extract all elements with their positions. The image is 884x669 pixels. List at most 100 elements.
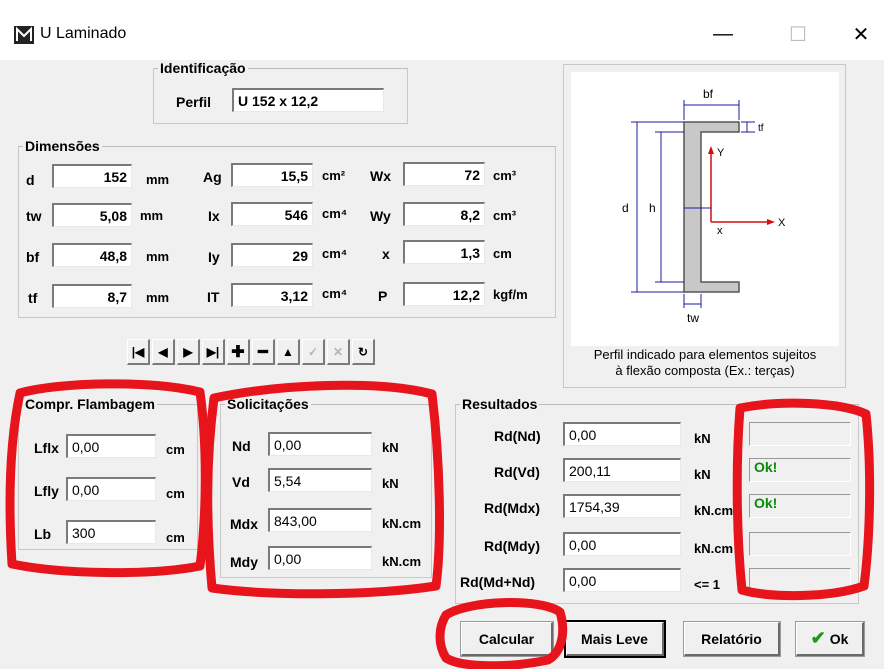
wy-label: Wy bbox=[370, 208, 391, 224]
tf-field[interactable]: 8,7 bbox=[52, 284, 132, 308]
lfly-unit: cm bbox=[166, 486, 185, 501]
wx-unit: cm³ bbox=[493, 168, 517, 183]
mdy-field[interactable]: 0,00 bbox=[268, 546, 372, 570]
bf-label: bf bbox=[26, 249, 40, 265]
record-navigator: |◀ ◀ ▶ ▶| ✚ ━ ▲ ✓ ✕ ↻ bbox=[127, 339, 377, 367]
nav-prior-button[interactable]: ◀ bbox=[152, 339, 175, 365]
nav-edit-button[interactable]: ▲ bbox=[277, 339, 300, 365]
vd-field[interactable]: 5,54 bbox=[268, 468, 372, 492]
it-unit: cm⁴ bbox=[322, 286, 348, 301]
ag-label: Ag bbox=[203, 169, 222, 185]
title-bar: U Laminado — ☐ ✕ bbox=[0, 0, 884, 60]
iy-field[interactable]: 29 bbox=[231, 243, 313, 267]
nav-cancel-button[interactable]: ✕ bbox=[327, 339, 350, 365]
y-axis-label: Y bbox=[717, 147, 725, 159]
refresh-icon: ↻ bbox=[357, 344, 369, 359]
rd-vd-label: Rd(Vd) bbox=[494, 464, 540, 480]
p-field[interactable]: 12,2 bbox=[403, 282, 485, 306]
mdy-unit: kN.cm bbox=[382, 554, 422, 569]
lb-field[interactable]: 300 bbox=[66, 520, 156, 544]
nd-label: Nd bbox=[232, 438, 251, 454]
dimensoes-legend: Dimensões bbox=[25, 138, 100, 154]
relatorio-button[interactable]: Relatório bbox=[683, 621, 781, 657]
rd-mdx-unit: kN.cm bbox=[694, 503, 734, 518]
minus-icon: ━ bbox=[258, 343, 268, 361]
resultados-legend: Resultados bbox=[462, 396, 538, 412]
it-field[interactable]: 3,12 bbox=[231, 283, 313, 307]
nav-insert-button[interactable]: ✚ bbox=[227, 339, 250, 365]
rd-nd-unit: kN bbox=[694, 431, 711, 446]
mdx-label: Mdx bbox=[230, 516, 258, 532]
lb-label: Lb bbox=[34, 526, 52, 542]
ix-field[interactable]: 546 bbox=[231, 202, 313, 226]
rd-nd-field[interactable]: 0,00 bbox=[563, 422, 681, 446]
d-field[interactable]: 152 bbox=[52, 164, 132, 188]
bf-unit: mm bbox=[146, 249, 170, 264]
d-unit: mm bbox=[146, 172, 170, 187]
nd-field[interactable]: 0,00 bbox=[268, 432, 372, 456]
tw-dim-label: tw bbox=[687, 311, 699, 325]
perfil-label: Perfil bbox=[176, 94, 212, 110]
bf-dim-label: bf bbox=[703, 87, 714, 101]
profile-caption-line2: à flexão composta (Ex.: terças) bbox=[615, 363, 795, 378]
d-label: d bbox=[26, 172, 35, 188]
perfil-field[interactable]: U 152 x 12,2 bbox=[232, 88, 384, 112]
cancel-x-icon: ✕ bbox=[332, 344, 344, 359]
nav-refresh-button[interactable]: ↻ bbox=[352, 339, 375, 365]
maximize-button[interactable]: ☐ bbox=[775, 18, 821, 50]
rd-vd-status: Ok! bbox=[749, 458, 851, 482]
rd-mdx-field[interactable]: 1754,39 bbox=[563, 494, 681, 518]
iy-label: Iy bbox=[208, 249, 220, 265]
rd-mdy-field[interactable]: 0,00 bbox=[563, 532, 681, 556]
calcular-button[interactable]: Calcular bbox=[460, 621, 554, 657]
rd-mdy-unit: kN.cm bbox=[694, 541, 734, 556]
mais-leve-button[interactable]: Mais Leve bbox=[564, 620, 666, 658]
mdx-unit: kN.cm bbox=[382, 516, 422, 531]
profile-drawing: bf tf d h tw Y X x bbox=[571, 72, 839, 346]
it-label: IT bbox=[207, 289, 220, 305]
nav-next-button[interactable]: ▶ bbox=[177, 339, 200, 365]
identificacao-legend: Identificação bbox=[160, 60, 246, 76]
nav-post-button[interactable]: ✓ bbox=[302, 339, 325, 365]
wx-field[interactable]: 72 bbox=[403, 162, 485, 186]
minimize-button[interactable]: — bbox=[700, 18, 746, 50]
profile-caption: Perfil indicado para elementos sujeitos … bbox=[566, 347, 844, 379]
wy-field[interactable]: 8,2 bbox=[403, 202, 485, 226]
mdx-field[interactable]: 843,00 bbox=[268, 508, 372, 532]
h-dim-label: h bbox=[649, 201, 656, 215]
nav-first-button[interactable]: |◀ bbox=[127, 339, 150, 365]
lflx-label: Lflx bbox=[34, 440, 59, 456]
rd-mdx-status: Ok! bbox=[749, 494, 851, 518]
lfly-label: Lfly bbox=[34, 483, 59, 499]
x-label: x bbox=[382, 246, 390, 262]
rd-vd-field[interactable]: 200,11 bbox=[563, 458, 681, 482]
rd-mdy-status bbox=[749, 532, 851, 556]
bf-field[interactable]: 48,8 bbox=[52, 243, 132, 267]
x-field[interactable]: 1,3 bbox=[403, 240, 485, 264]
profile-caption-line1: Perfil indicado para elementos sujeitos bbox=[593, 347, 817, 362]
nav-last-button[interactable]: ▶| bbox=[202, 339, 225, 365]
rd-mdnd-field[interactable]: 0,00 bbox=[563, 568, 681, 592]
rd-vd-unit: kN bbox=[694, 467, 711, 482]
iy-unit: cm⁴ bbox=[322, 246, 348, 261]
rd-mdy-label: Rd(Mdy) bbox=[484, 538, 540, 554]
tf-label: tf bbox=[28, 290, 38, 306]
ag-field[interactable]: 15,5 bbox=[231, 163, 313, 187]
tw-field[interactable]: 5,08 bbox=[52, 203, 132, 227]
vd-unit: kN bbox=[382, 476, 399, 491]
ag-unit: cm² bbox=[322, 168, 346, 183]
lflx-field[interactable]: 0,00 bbox=[66, 434, 156, 458]
rd-nd-label: Rd(Nd) bbox=[494, 428, 541, 444]
rd-mdnd-unit: <= 1 bbox=[694, 577, 721, 592]
ix-label: Ix bbox=[208, 208, 220, 224]
nav-delete-button[interactable]: ━ bbox=[252, 339, 275, 365]
green-check-icon: ✔ bbox=[810, 628, 826, 648]
ok-button[interactable]: ✔ Ok bbox=[795, 621, 865, 657]
wx-label: Wx bbox=[370, 168, 391, 184]
close-button[interactable]: ✕ bbox=[838, 18, 884, 50]
lfly-field[interactable]: 0,00 bbox=[66, 477, 156, 501]
next-record-icon: ▶ bbox=[183, 344, 193, 359]
rd-mdnd-status bbox=[749, 568, 851, 592]
x-axis-label: X bbox=[778, 217, 786, 229]
up-triangle-icon: ▲ bbox=[282, 344, 294, 359]
